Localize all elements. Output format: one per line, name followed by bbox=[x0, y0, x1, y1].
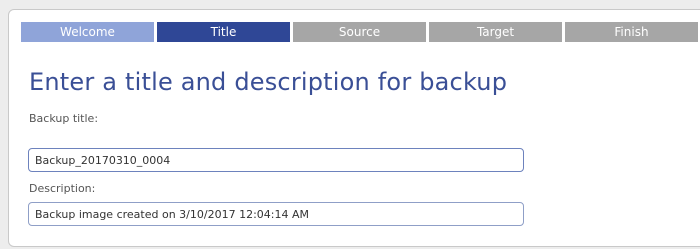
step-target[interactable]: Target bbox=[429, 22, 562, 42]
description-input[interactable] bbox=[28, 202, 524, 226]
step-source[interactable]: Source bbox=[293, 22, 426, 42]
step-label: Finish bbox=[614, 25, 649, 39]
step-label: Title bbox=[210, 25, 237, 39]
step-label: Source bbox=[338, 25, 381, 39]
step-label: Welcome bbox=[60, 25, 115, 39]
step-label: Target bbox=[476, 25, 515, 39]
backup-title-input[interactable] bbox=[28, 148, 524, 172]
description-label: Description: bbox=[29, 182, 96, 195]
step-title[interactable]: Title bbox=[157, 22, 290, 42]
backup-title-label: Backup title: bbox=[29, 112, 99, 125]
step-welcome[interactable]: Welcome bbox=[21, 22, 154, 42]
page-title: Enter a title and description for backup bbox=[29, 68, 508, 96]
wizard-panel: Welcome Title Source Target Finish Enter… bbox=[8, 9, 700, 247]
step-finish[interactable]: Finish bbox=[565, 22, 698, 42]
wizard-steps: Welcome Title Source Target Finish bbox=[21, 22, 698, 42]
